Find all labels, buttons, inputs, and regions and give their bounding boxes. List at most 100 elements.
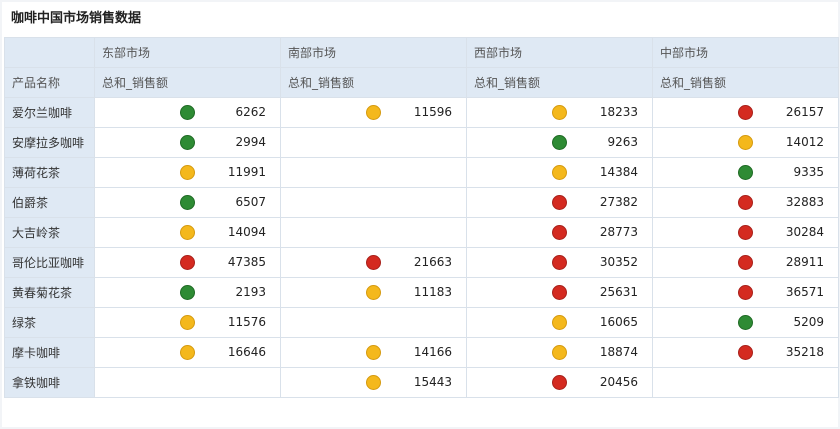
sales-cell[interactable] <box>94 367 281 398</box>
sales-cell[interactable]: 2994 <box>94 127 281 158</box>
report-title: 咖啡中国市场销售数据 <box>11 11 142 26</box>
yellow-status-icon <box>552 315 567 330</box>
product-name-cell[interactable]: 爱尔兰咖啡 <box>4 97 95 128</box>
table-body: 爱尔兰咖啡 6262 11596 18233 26157 安摩拉多咖啡 2994 9263 14… <box>4 97 839 398</box>
sales-cell[interactable] <box>280 187 467 218</box>
sales-cell[interactable]: 9263 <box>466 127 653 158</box>
product-name-cell[interactable]: 黄春菊花茶 <box>4 277 95 308</box>
sales-cell[interactable]: 15443 <box>280 367 467 398</box>
product-name-header[interactable]: 产品名称 <box>4 67 95 98</box>
sales-cell[interactable]: 9335 <box>652 157 839 188</box>
sales-cell[interactable]: 14012 <box>652 127 839 158</box>
sales-cell[interactable]: 11576 <box>94 307 281 338</box>
sales-cell[interactable]: 16646 <box>94 337 281 368</box>
sales-cell[interactable] <box>280 127 467 158</box>
sales-cell[interactable]: 20456 <box>466 367 653 398</box>
sales-value: 18874 <box>599 345 638 359</box>
sales-value: 2193 <box>235 285 266 299</box>
sales-value: 16646 <box>227 345 266 359</box>
green-status-icon <box>180 195 195 210</box>
table-row: 伯爵茶 6507 27382 32883 <box>4 187 839 218</box>
sales-value: 6507 <box>235 195 266 209</box>
sales-cell[interactable] <box>280 307 467 338</box>
market-header-east[interactable]: 东部市场 <box>94 37 281 68</box>
sales-value: 5209 <box>793 315 824 329</box>
sales-cell[interactable]: 6507 <box>94 187 281 218</box>
product-name-cell[interactable]: 大吉岭茶 <box>4 217 95 248</box>
sales-cell[interactable] <box>280 217 467 248</box>
metric-header-west[interactable]: 总和_销售额 <box>466 67 653 98</box>
sales-cell[interactable]: 2193 <box>94 277 281 308</box>
sales-cell[interactable]: 5209 <box>652 307 839 338</box>
sales-value: 18233 <box>599 105 638 119</box>
market-header-south[interactable]: 南部市场 <box>280 37 467 68</box>
market-header-west[interactable]: 西部市场 <box>466 37 653 68</box>
sales-value: 6262 <box>235 105 266 119</box>
sales-cell[interactable]: 30284 <box>652 217 839 248</box>
sales-cell[interactable]: 14094 <box>94 217 281 248</box>
table-row: 大吉岭茶 14094 28773 30284 <box>4 217 839 248</box>
sales-cell[interactable]: 28911 <box>652 247 839 278</box>
red-status-icon <box>738 255 753 270</box>
metric-header-central[interactable]: 总和_销售额 <box>652 67 839 98</box>
sales-cell[interactable]: 6262 <box>94 97 281 128</box>
sales-cell[interactable]: 21663 <box>280 247 467 278</box>
sales-cell[interactable]: 36571 <box>652 277 839 308</box>
sales-cell[interactable]: 11991 <box>94 157 281 188</box>
red-status-icon <box>552 375 567 390</box>
product-name-cell[interactable]: 绿茶 <box>4 307 95 338</box>
product-name-cell[interactable]: 薄荷花茶 <box>4 157 95 188</box>
green-status-icon <box>738 165 753 180</box>
sales-value: 15443 <box>413 375 452 389</box>
red-status-icon <box>552 195 567 210</box>
sales-cell[interactable]: 25631 <box>466 277 653 308</box>
sales-value: 27382 <box>599 195 638 209</box>
sales-cell[interactable]: 32883 <box>652 187 839 218</box>
sales-cell[interactable] <box>652 367 839 398</box>
sales-cell[interactable]: 26157 <box>652 97 839 128</box>
sales-value: 30284 <box>785 225 824 239</box>
sales-cell[interactable]: 14384 <box>466 157 653 188</box>
sales-cell[interactable]: 18874 <box>466 337 653 368</box>
metric-header-south[interactable]: 总和_销售额 <box>280 67 467 98</box>
sales-cell[interactable]: 28773 <box>466 217 653 248</box>
yellow-status-icon <box>180 225 195 240</box>
sales-cell[interactable]: 11596 <box>280 97 467 128</box>
sales-cell[interactable]: 27382 <box>466 187 653 218</box>
green-status-icon <box>180 105 195 120</box>
yellow-status-icon <box>552 165 567 180</box>
sales-cell[interactable]: 47385 <box>94 247 281 278</box>
green-status-icon <box>552 135 567 150</box>
sales-value: 20456 <box>599 375 638 389</box>
market-header-row: 东部市场 南部市场 西部市场 中部市场 <box>4 37 839 68</box>
sales-cell[interactable]: 14166 <box>280 337 467 368</box>
table-row: 安摩拉多咖啡 2994 9263 14012 <box>4 127 839 158</box>
market-header-central[interactable]: 中部市场 <box>652 37 839 68</box>
sales-cell[interactable]: 11183 <box>280 277 467 308</box>
sales-cell[interactable] <box>280 157 467 188</box>
sales-cell[interactable]: 18233 <box>466 97 653 128</box>
yellow-status-icon <box>366 105 381 120</box>
corner-cell <box>4 37 95 68</box>
product-name-cell[interactable]: 哥伦比亚咖啡 <box>4 247 95 278</box>
table-row: 摩卡咖啡 16646 14166 18874 35218 <box>4 337 839 368</box>
table-row: 哥伦比亚咖啡 47385 21663 30352 28911 <box>4 247 839 278</box>
sales-cell[interactable]: 16065 <box>466 307 653 338</box>
red-status-icon <box>738 225 753 240</box>
sales-value: 26157 <box>785 105 824 119</box>
sales-cell[interactable]: 30352 <box>466 247 653 278</box>
table-row: 绿茶 11576 16065 5209 <box>4 307 839 338</box>
metric-header-east[interactable]: 总和_销售额 <box>94 67 281 98</box>
sales-value: 30352 <box>599 255 638 269</box>
sales-value: 11183 <box>413 285 452 299</box>
product-name-cell[interactable]: 伯爵茶 <box>4 187 95 218</box>
product-name-cell[interactable]: 安摩拉多咖啡 <box>4 127 95 158</box>
yellow-status-icon <box>180 165 195 180</box>
sales-cell[interactable]: 35218 <box>652 337 839 368</box>
product-name-cell[interactable]: 拿铁咖啡 <box>4 367 95 398</box>
product-name-cell[interactable]: 摩卡咖啡 <box>4 337 95 368</box>
table-row: 拿铁咖啡 15443 20456 <box>4 367 839 398</box>
red-status-icon <box>366 255 381 270</box>
yellow-status-icon <box>180 315 195 330</box>
sales-value: 14012 <box>785 135 824 149</box>
